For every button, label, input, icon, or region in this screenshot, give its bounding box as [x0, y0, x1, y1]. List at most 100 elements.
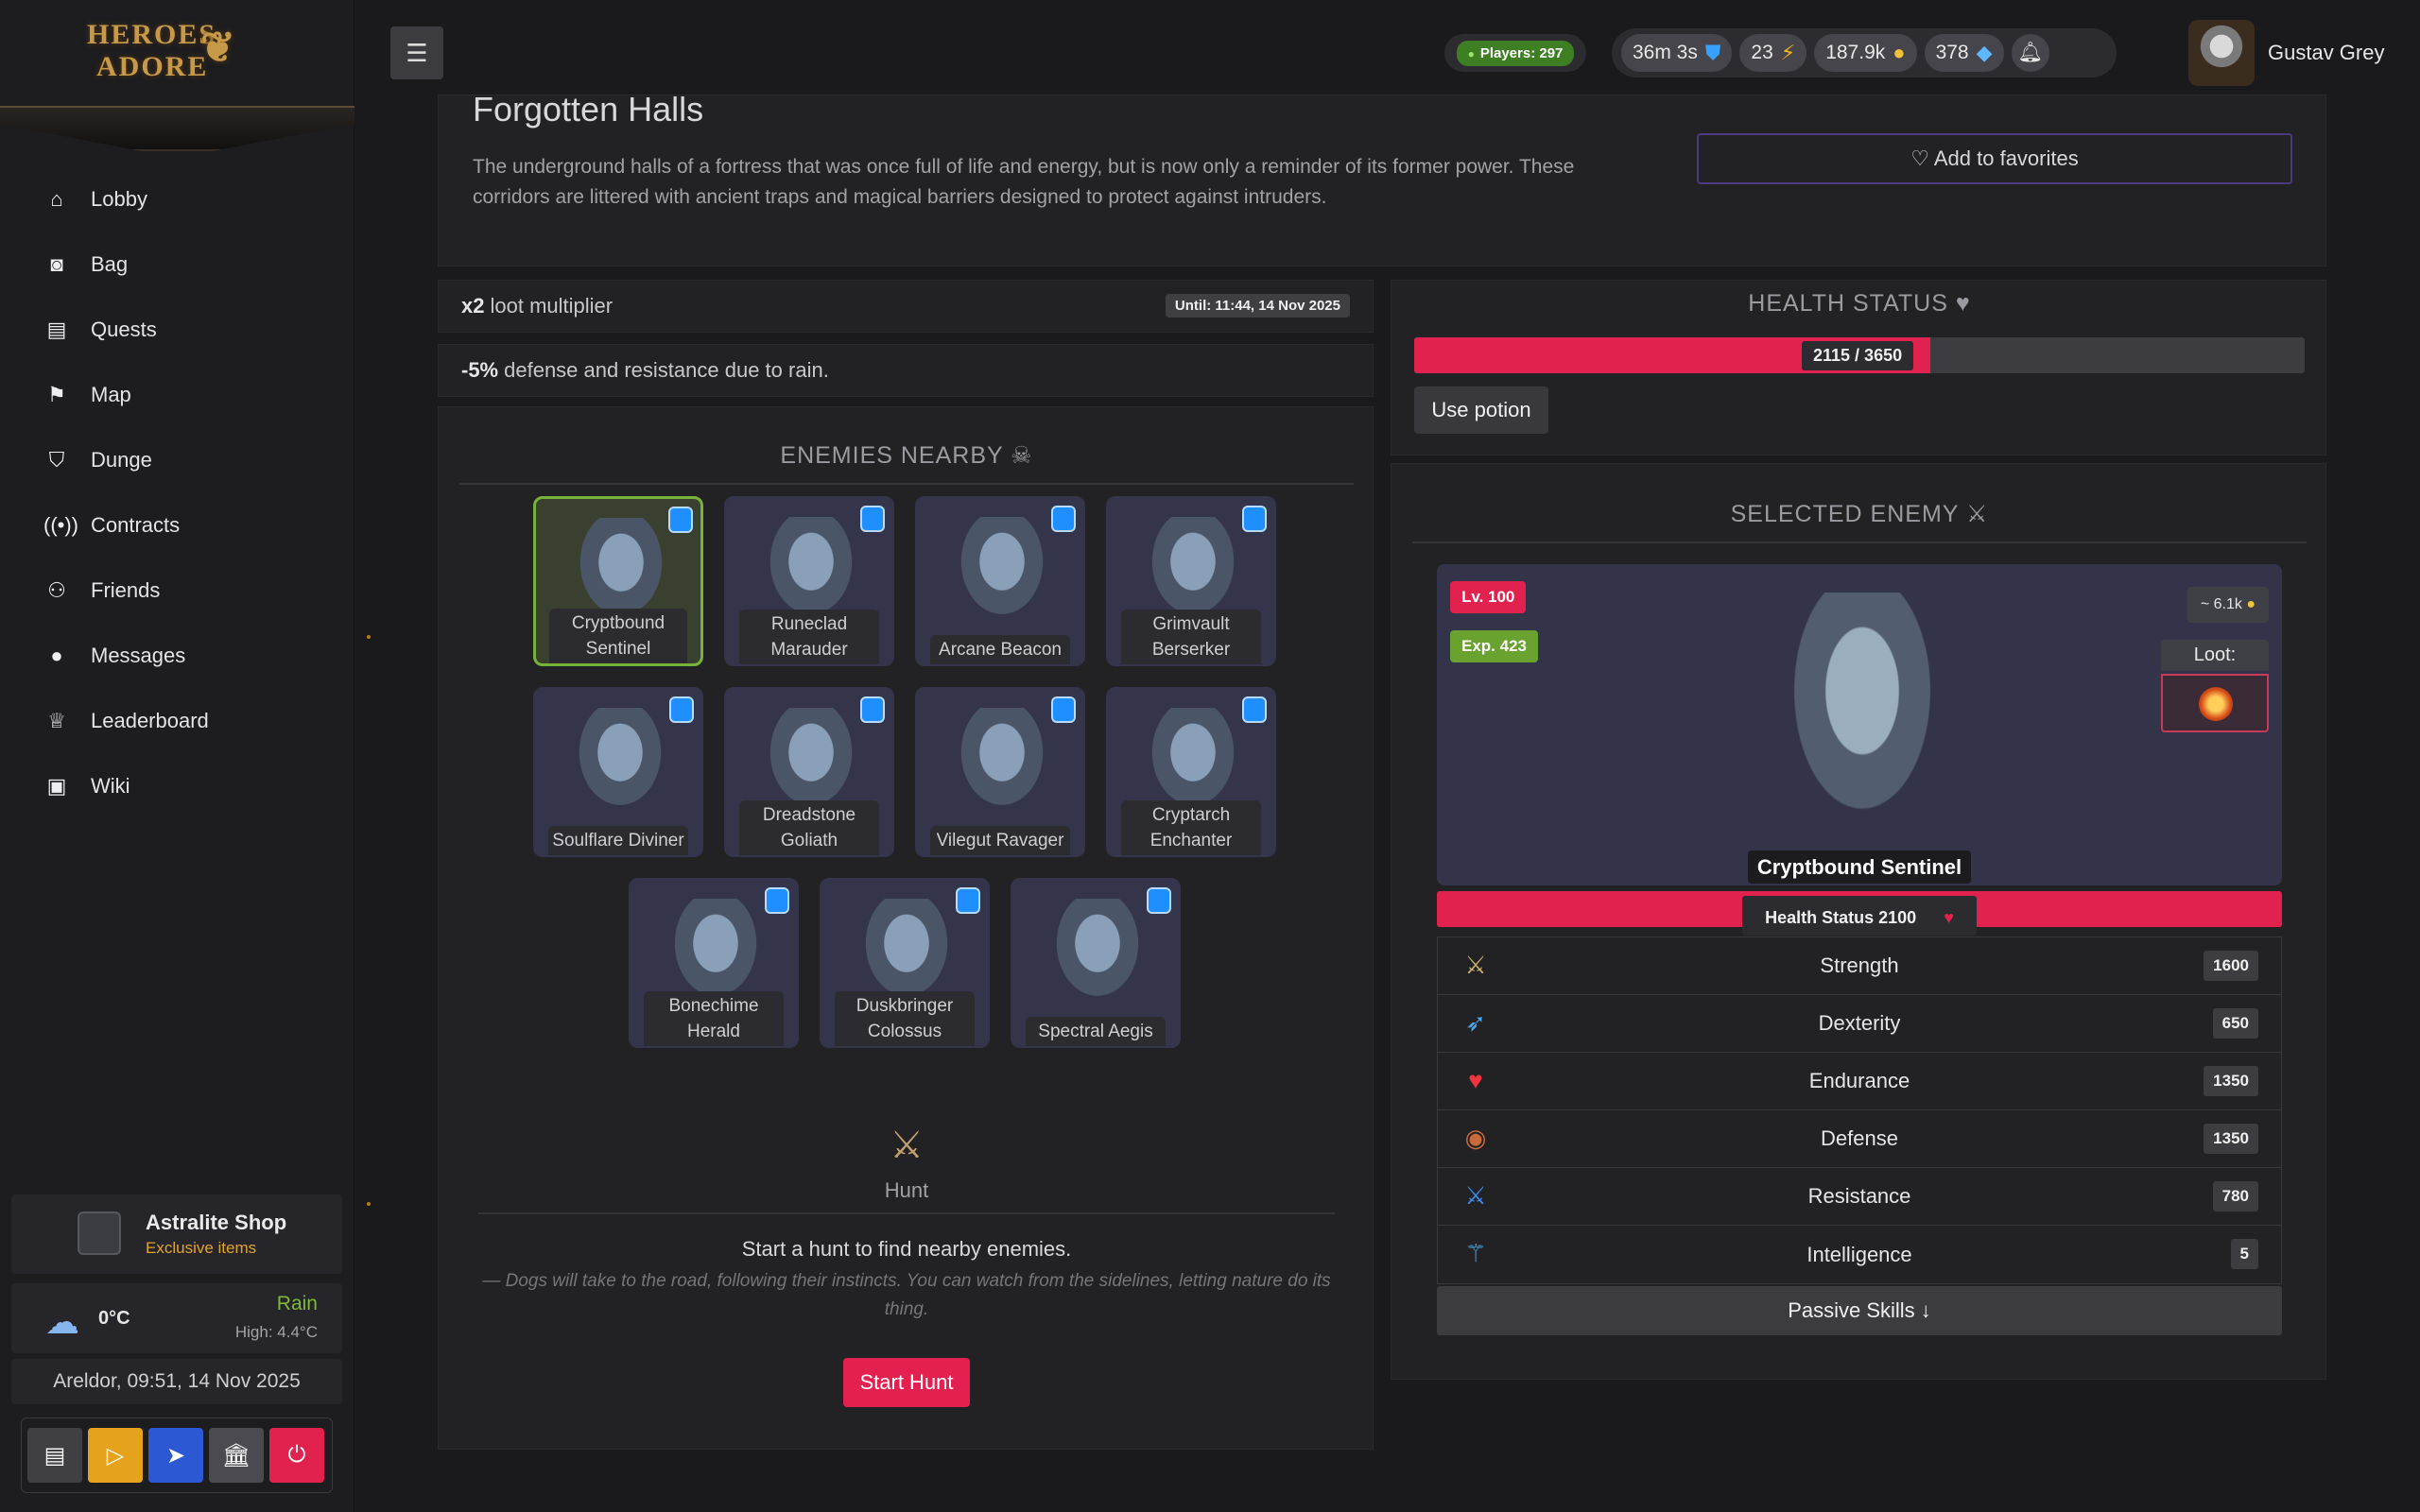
astralite-shop-link[interactable]: Astralite Shop Exclusive items — [11, 1194, 342, 1274]
timer-value: 36m 3s — [1633, 42, 1698, 63]
skull-icon: ☠ — [1011, 442, 1033, 469]
use-potion-button[interactable]: Use potion — [1414, 387, 1548, 434]
sidebar-item-dunge[interactable]: ⛉ Dunge — [0, 427, 354, 492]
blue-shield-badge-icon — [1147, 887, 1171, 914]
trophy-icon: ♕ — [47, 708, 66, 732]
signpost-icon: ⚑ — [47, 382, 66, 406]
boot-icon: ➶ — [1465, 1008, 1486, 1037]
shield-icon: ⛉ — [48, 447, 65, 472]
gold-counter[interactable]: 187.9k ● — [1814, 34, 1917, 72]
enemy-card[interactable]: Arcane Beacon — [915, 496, 1085, 666]
stat-name: Dexterity — [1818, 1011, 1901, 1035]
stat-name: Strength — [1820, 954, 1899, 977]
sidebar-item-label: Dunge — [91, 447, 152, 472]
shop-text: Astralite Shop Exclusive items — [146, 1211, 286, 1258]
sidebar-item-map[interactable]: ⚑ Map — [0, 362, 354, 427]
blue-shield-badge-icon — [1051, 506, 1076, 532]
loot-item-slot[interactable] — [2161, 674, 2269, 732]
people-icon: ⚇ — [47, 577, 66, 602]
blue-shield-badge-icon — [669, 696, 694, 723]
sidebar-item-leaderboard[interactable]: ♕ Leaderboard — [0, 688, 354, 753]
debuff-amount: -5% — [461, 358, 499, 382]
stat-row-strength: ⚔ Strength 1600 — [1438, 937, 2281, 995]
coin-icon: ● — [2246, 596, 2256, 612]
enemy-card[interactable]: Cryptbound Sentinel — [533, 496, 703, 666]
sidebar-item-friends[interactable]: ⚇ Friends — [0, 558, 354, 623]
sidebar-item-label: Friends — [91, 577, 161, 602]
news-icon: ▤ — [43, 1442, 66, 1469]
notifications-button[interactable]: 🔔︎ — [2011, 34, 2049, 72]
enemy-card[interactable]: Spectral Aegis — [1011, 878, 1181, 1048]
ember-particle — [367, 635, 371, 639]
enemy-card[interactable]: Cryptarch Enchanter — [1106, 687, 1276, 857]
sidebar-item-contracts[interactable]: ((•)) Contracts — [0, 492, 354, 558]
sidebar-item-wiki[interactable]: ▣ Wiki — [0, 753, 354, 818]
enemy-health-text: Health Status 2100 ♥ — [1742, 896, 1977, 936]
gem-counter[interactable]: 378 ◆ — [1924, 34, 2004, 72]
stat-name: Defense — [1821, 1126, 1898, 1150]
enemy-card[interactable]: Duskbringer Colossus — [820, 878, 990, 1048]
energy-value: 23 — [1751, 42, 1773, 63]
sidebar-nav: ⌂ Lobby ◙ Bag ▤ Quests ⚑ Map ⛉ Dunge ((•)) Con… — [0, 166, 354, 818]
menu-toggle-button[interactable]: ☰ — [390, 26, 443, 79]
sidebar-ornament — [0, 106, 354, 151]
start-hunt-button[interactable]: Start Hunt — [843, 1358, 970, 1407]
heart-icon: ♥ — [1932, 904, 1965, 932]
buff-amount: x2 — [461, 294, 485, 318]
add-to-favorites-button[interactable]: ♡ Add to favorites — [1697, 133, 2292, 184]
enemy-card[interactable]: Runeclad Marauder — [724, 496, 894, 666]
enemy-card[interactable]: Dreadstone Goliath — [724, 687, 894, 857]
power-icon: ⏻ — [287, 1442, 306, 1468]
energy-counter[interactable]: 23 ⚡ — [1739, 34, 1807, 72]
players-online: Players: 297 — [1444, 34, 1586, 72]
stat-row-endurance: ♥ Endurance 1350 — [1438, 1053, 2281, 1110]
world-clock: Areldor, 09:51, 14 Nov 2025 — [11, 1359, 342, 1404]
enemy-card[interactable]: Vilegut Ravager — [915, 687, 1085, 857]
enemy-stats-table: ⚔ Strength 1600 ➶ Dexterity 650 ♥ Endurance 13… — [1437, 936, 2282, 1284]
passive-skills-button[interactable]: Passive Skills ↓ — [1437, 1286, 2282, 1335]
page-title: Forgotten Halls — [473, 90, 704, 129]
sidebar-item-label: Contracts — [91, 512, 181, 537]
enemy-name-label: Grimvault Berserker — [1121, 610, 1261, 664]
enemy-name-label: Cryptbound Sentinel — [549, 609, 687, 663]
broadcast-icon: ((•)) — [43, 512, 79, 537]
sidebar-item-label: Wiki — [91, 773, 130, 798]
weather-condition: Rain — [276, 1293, 318, 1314]
selected-enemy-name: Cryptbound Sentinel — [1437, 850, 2282, 884]
sidebar-item-messages[interactable]: ● Messages — [0, 623, 354, 688]
user-profile[interactable]: Gustav Grey — [2188, 19, 2384, 87]
enemy-card[interactable]: Soulflare Diviner — [533, 687, 703, 857]
stat-value: 5 — [2230, 1239, 2258, 1269]
logout-button[interactable]: ⏻ — [269, 1428, 324, 1483]
blue-shield-badge-icon — [1051, 696, 1076, 723]
stat-value: 1600 — [2204, 951, 2258, 981]
shop-title: Astralite Shop — [146, 1211, 287, 1234]
send-icon: ➤ — [165, 1442, 186, 1469]
blue-shield-icon: ⛊ — [1704, 41, 1721, 64]
enemies-nearby-title: ENEMIES NEARBY ☠ — [459, 441, 1354, 485]
stat-value: 1350 — [2204, 1066, 2258, 1096]
loot-buff: x2 loot multiplier Until: 11:44, 14 Nov … — [438, 280, 1374, 333]
sidebar-item-quests[interactable]: ▤ Quests — [0, 297, 354, 362]
enemy-card[interactable]: Grimvault Berserker — [1106, 496, 1276, 666]
sidebar-item-lobby[interactable]: ⌂ Lobby — [0, 166, 354, 232]
game-logo[interactable]: HEROES ADORE ❦ — [87, 19, 257, 93]
heart-icon: ♥ — [1468, 1066, 1483, 1094]
bank-button[interactable]: 🏛 — [209, 1428, 264, 1483]
hunt-description: Start a hunt to find nearby enemies. — [741, 1237, 1072, 1261]
chat-icon: ● — [50, 643, 63, 667]
health-bar: 2115 / 3650 — [1414, 337, 2305, 373]
play-button[interactable]: ▷ — [88, 1428, 143, 1483]
book-icon: ▤ — [46, 317, 67, 341]
selected-enemy-panel: SELECTED ENEMY ⚔ Lv. 100 Exp. 423 ~ 6.1k… — [1391, 463, 2326, 1380]
blue-shield-badge-icon — [668, 507, 693, 533]
gold-estimate-value: ~ 6.1k — [2200, 596, 2242, 612]
lightning-icon: ⚡ — [1780, 41, 1796, 64]
blue-shield-badge-icon — [860, 506, 885, 532]
news-button[interactable]: ▤ — [27, 1428, 82, 1483]
send-button[interactable]: ➤ — [148, 1428, 203, 1483]
enemy-card[interactable]: Bonechime Herald — [629, 878, 799, 1048]
shield-timer[interactable]: 36m 3s ⛊ — [1621, 34, 1733, 72]
blue-shield-badge-icon — [1242, 696, 1267, 723]
sidebar-item-bag[interactable]: ◙ Bag — [0, 232, 354, 297]
